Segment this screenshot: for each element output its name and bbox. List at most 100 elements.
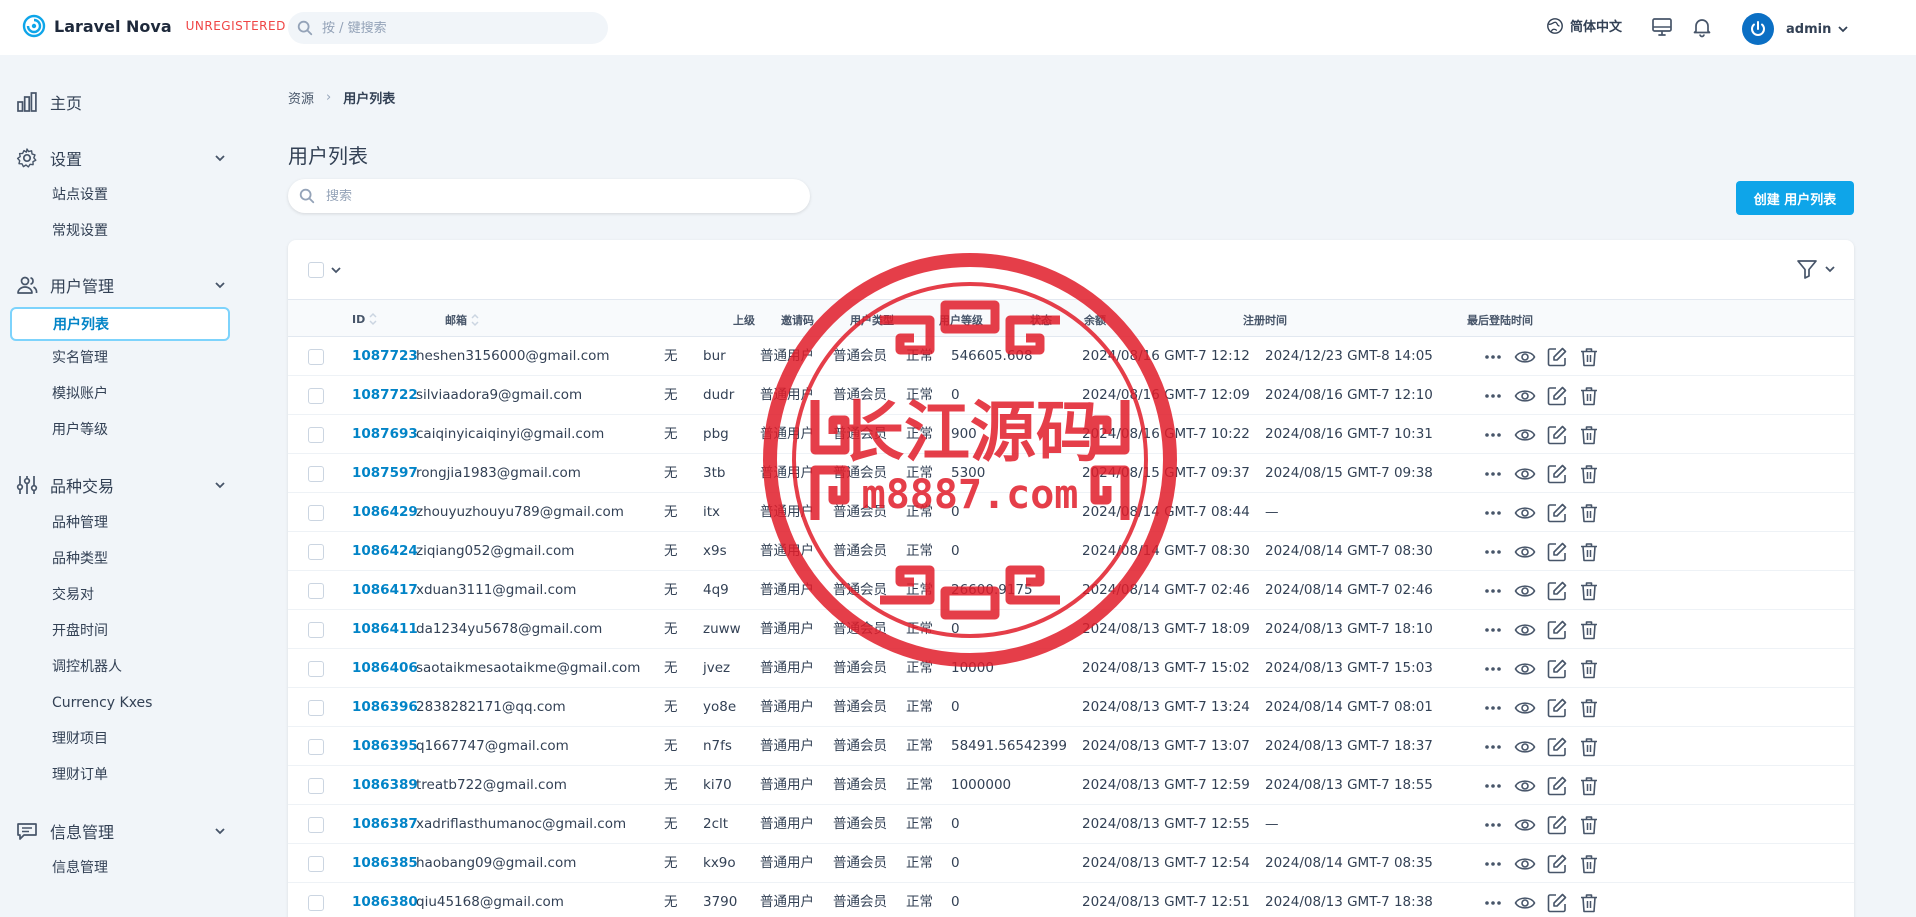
monitor-icon[interactable] <box>1651 16 1673 38</box>
view-icon[interactable] <box>1514 658 1536 680</box>
table-row[interactable]: 1087723 heshen3156000@gmail.com 无 bur 普通用户 普通… <box>288 337 1854 376</box>
sidebar-item-instrument-management[interactable]: 品种管理 <box>52 513 108 533</box>
sidebar-item-message-management[interactable]: 信息管理 <box>52 858 108 878</box>
trash-icon[interactable] <box>1578 580 1600 602</box>
user-menu[interactable]: admin <box>1742 13 1849 45</box>
cell-id[interactable]: 1086389 <box>352 776 418 794</box>
cell-id[interactable]: 1087723 <box>352 347 418 365</box>
more-icon[interactable] <box>1482 736 1504 758</box>
view-icon[interactable] <box>1514 502 1536 524</box>
cell-id[interactable]: 1086387 <box>352 815 418 833</box>
more-icon[interactable] <box>1482 385 1504 407</box>
row-checkbox[interactable] <box>308 778 324 794</box>
edit-icon[interactable] <box>1546 853 1568 875</box>
column-id[interactable]: ID <box>352 312 377 326</box>
cell-id[interactable]: 1086424 <box>352 542 418 560</box>
more-icon[interactable] <box>1482 892 1504 914</box>
sidebar-item-general-settings[interactable]: 常规设置 <box>52 221 108 241</box>
view-icon[interactable] <box>1514 463 1536 485</box>
cell-id[interactable]: 1086385 <box>352 854 418 872</box>
view-icon[interactable] <box>1514 619 1536 641</box>
cell-id[interactable]: 1086411 <box>352 620 418 638</box>
row-checkbox[interactable] <box>308 505 324 521</box>
language-switcher[interactable]: 简体中文 <box>1546 16 1622 35</box>
global-search-input[interactable] <box>322 20 582 36</box>
trash-icon[interactable] <box>1578 502 1600 524</box>
table-row[interactable]: 1086385 haobang09@gmail.com 无 kx9o 普通用户 普通会员 正… <box>288 844 1854 883</box>
sidebar-item-wealth-products[interactable]: 理财项目 <box>52 729 108 749</box>
row-checkbox[interactable] <box>308 622 324 638</box>
edit-icon[interactable] <box>1546 775 1568 797</box>
sidebar-item-currency-kxes[interactable]: Currency Kxes <box>52 693 152 713</box>
more-icon[interactable] <box>1482 346 1504 368</box>
row-checkbox[interactable] <box>308 583 324 599</box>
more-icon[interactable] <box>1482 502 1504 524</box>
edit-icon[interactable] <box>1546 736 1568 758</box>
trash-icon[interactable] <box>1578 346 1600 368</box>
row-checkbox[interactable] <box>308 817 324 833</box>
cell-id[interactable]: 1086406 <box>352 659 418 677</box>
cell-id[interactable]: 1086417 <box>352 581 418 599</box>
trash-icon[interactable] <box>1578 385 1600 407</box>
view-icon[interactable] <box>1514 385 1536 407</box>
trash-icon[interactable] <box>1578 697 1600 719</box>
table-row[interactable]: 1086380 qiu45168@gmail.com 无 3790 普通用户 普通会员 正常… <box>288 883 1854 917</box>
cell-id[interactable]: 1086429 <box>352 503 418 521</box>
logo[interactable]: Laravel Nova UNREGISTERED <box>22 14 286 38</box>
sidebar-item-kyc[interactable]: 实名管理 <box>52 348 108 368</box>
trash-icon[interactable] <box>1578 775 1600 797</box>
edit-icon[interactable] <box>1546 502 1568 524</box>
row-checkbox[interactable] <box>308 856 324 872</box>
filter-button[interactable] <box>1796 258 1836 280</box>
chevron-down-icon[interactable] <box>330 264 342 276</box>
edit-icon[interactable] <box>1546 541 1568 563</box>
view-icon[interactable] <box>1514 541 1536 563</box>
more-icon[interactable] <box>1482 853 1504 875</box>
view-icon[interactable] <box>1514 697 1536 719</box>
edit-icon[interactable] <box>1546 424 1568 446</box>
view-icon[interactable] <box>1514 814 1536 836</box>
view-icon[interactable] <box>1514 580 1536 602</box>
trash-icon[interactable] <box>1578 814 1600 836</box>
edit-icon[interactable] <box>1546 346 1568 368</box>
more-icon[interactable] <box>1482 814 1504 836</box>
trash-icon[interactable] <box>1578 463 1600 485</box>
sidebar-item-home[interactable]: 主页 <box>16 88 226 116</box>
row-checkbox[interactable] <box>308 895 324 911</box>
sidebar-item-user-levels[interactable]: 用户等级 <box>52 420 108 440</box>
trash-icon[interactable] <box>1578 892 1600 914</box>
table-row[interactable]: 1086387 xadriflasthumanoc@gmail.com 无 2clt 普… <box>288 805 1854 844</box>
cell-id[interactable]: 1087693 <box>352 425 418 443</box>
row-checkbox[interactable] <box>308 349 324 365</box>
sidebar-item-site-settings[interactable]: 站点设置 <box>52 185 108 205</box>
trash-icon[interactable] <box>1578 658 1600 680</box>
create-user-button[interactable]: 创建 用户列表 <box>1736 181 1854 215</box>
table-row[interactable]: 1086411 da1234yu5678@gmail.com 无 zuww 普通用户 普通… <box>288 610 1854 649</box>
sidebar-item-trading-pairs[interactable]: 交易对 <box>52 585 94 605</box>
edit-icon[interactable] <box>1546 580 1568 602</box>
trash-icon[interactable] <box>1578 736 1600 758</box>
select-all-control[interactable] <box>308 262 342 278</box>
edit-icon[interactable] <box>1546 463 1568 485</box>
table-row[interactable]: 1086395 q1667747@gmail.com 无 n7fs 普通用户 普通会员 正常… <box>288 727 1854 766</box>
edit-icon[interactable] <box>1546 658 1568 680</box>
column-email[interactable]: 邮箱 <box>445 312 479 328</box>
table-row[interactable]: 1087597 rongjia1983@gmail.com 无 3tb 普通用户 普通会员… <box>288 454 1854 493</box>
cell-id[interactable]: 1086395 <box>352 737 418 755</box>
view-icon[interactable] <box>1514 775 1536 797</box>
more-icon[interactable] <box>1482 424 1504 446</box>
view-icon[interactable] <box>1514 736 1536 758</box>
sidebar-item-wealth-orders[interactable]: 理财订单 <box>52 765 108 785</box>
table-row[interactable]: 1086424 ziqiang052@gmail.com 无 x9s 普通用户 普通会员 正… <box>288 532 1854 571</box>
table-row[interactable]: 1086417 xduan3111@gmail.com 无 4q9 普通用户 普通会员 正常… <box>288 571 1854 610</box>
more-icon[interactable] <box>1482 658 1504 680</box>
view-icon[interactable] <box>1514 424 1536 446</box>
edit-icon[interactable] <box>1546 385 1568 407</box>
more-icon[interactable] <box>1482 541 1504 563</box>
row-checkbox[interactable] <box>308 544 324 560</box>
select-all-checkbox[interactable] <box>308 262 324 278</box>
view-icon[interactable] <box>1514 853 1536 875</box>
cell-id[interactable]: 1086396 <box>352 698 418 716</box>
trash-icon[interactable] <box>1578 853 1600 875</box>
trash-icon[interactable] <box>1578 541 1600 563</box>
